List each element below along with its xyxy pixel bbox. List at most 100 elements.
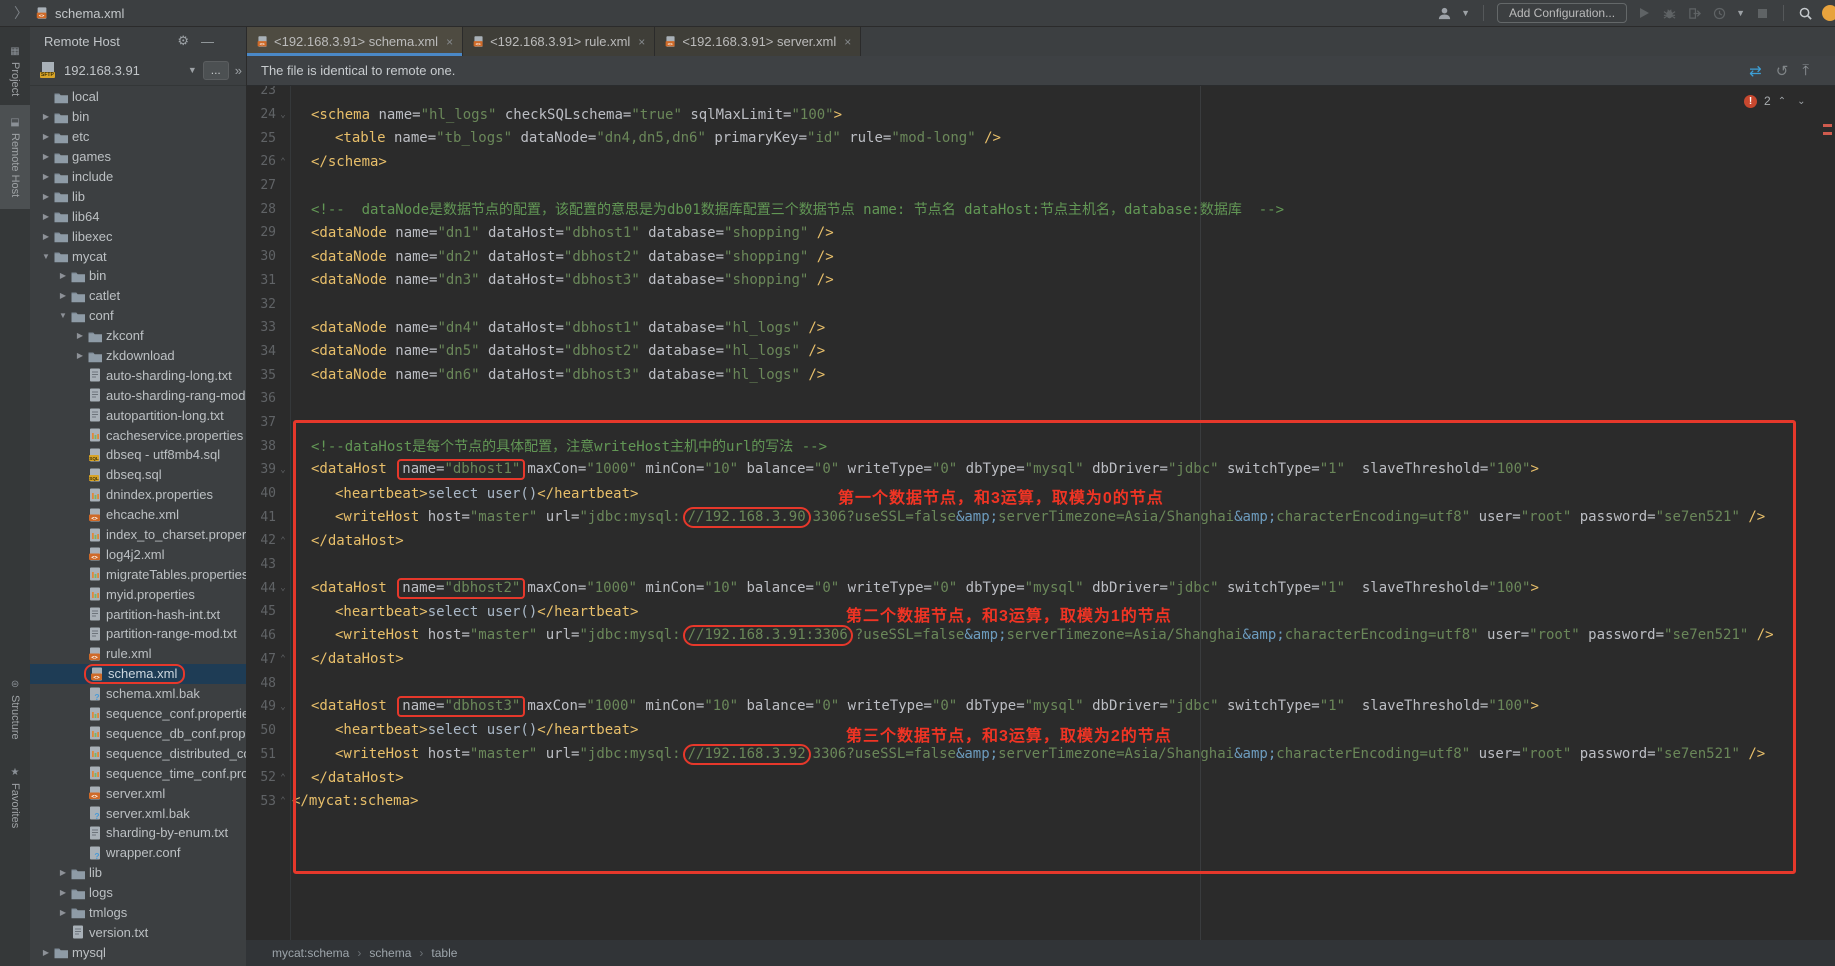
code-line-33[interactable]: 33<dataNode name="dn4" dataHost="dbhost1…: [246, 316, 1821, 340]
code-line-26[interactable]: 26⌃</schema>: [246, 150, 1821, 174]
upload-icon[interactable]: ⤒: [1802, 62, 1809, 79]
code-line-44[interactable]: 44⌄<dataHost name="dbhost2"maxCon="1000"…: [246, 576, 1821, 600]
tree-item-dbseq-sql[interactable]: SQLdbseq.sql: [30, 465, 246, 485]
stop-icon[interactable]: [1754, 5, 1770, 21]
tree-item-migratetables-properties[interactable]: migrateTables.properties: [30, 564, 246, 584]
code-line-48[interactable]: 48: [246, 671, 1821, 695]
code-line-39[interactable]: 39⌄<dataHost name="dbhost1"maxCon="1000"…: [246, 458, 1821, 482]
run-icon[interactable]: [1636, 5, 1652, 21]
tree-item-sequence-distributed-conf-properties[interactable]: sequence_distributed_conf.properties: [30, 743, 246, 763]
code-line-27[interactable]: 27: [246, 174, 1821, 198]
code-line-46[interactable]: 46<writeHost host="master" url="jdbc:mys…: [246, 624, 1821, 648]
tree-item-mysql[interactable]: ▶mysql: [30, 942, 246, 962]
expand-arrow-icon[interactable]: ▶: [40, 112, 52, 121]
tree-item-etc[interactable]: ▶etc: [30, 127, 246, 147]
tree-item-partition-hash-int-txt[interactable]: partition-hash-int.txt: [30, 604, 246, 624]
tree-item-conf[interactable]: ▼conf: [30, 306, 246, 326]
tree-item-zkdownload[interactable]: ▶zkdownload: [30, 346, 246, 366]
code-line-47[interactable]: 47⌃</dataHost>: [246, 648, 1821, 672]
tree-item-sequence-time-conf-properties[interactable]: sequence_time_conf.properties: [30, 763, 246, 783]
tree-item-mycat[interactable]: ▼mycat: [30, 246, 246, 266]
toolstrip-structure[interactable]: ⊜ Structure: [0, 667, 30, 751]
breadcrumb-mycat-schema[interactable]: mycat:schema: [272, 946, 349, 960]
expand-arrow-icon[interactable]: ▼: [57, 311, 69, 320]
tree-item-zkconf[interactable]: ▶zkconf: [30, 326, 246, 346]
notification-dot-icon[interactable]: [1822, 5, 1835, 21]
connection-dropdown-caret-icon[interactable]: ▼: [188, 65, 197, 75]
browse-button[interactable]: ...: [203, 61, 229, 80]
tree-item-rule-xml[interactable]: <>rule.xml: [30, 644, 246, 664]
file-tree[interactable]: local▶bin▶etc▶games▶include▶lib▶lib64▶li…: [30, 87, 246, 966]
expand-arrow-icon[interactable]: ▶: [40, 948, 52, 957]
fold-marker-icon[interactable]: ⌄: [276, 110, 290, 120]
hide-panel-icon[interactable]: —: [201, 34, 214, 49]
tree-item-sharding-by-enum-txt[interactable]: sharding-by-enum.txt: [30, 823, 246, 843]
code-line-31[interactable]: 31<dataNode name="dn3" dataHost="dbhost3…: [246, 269, 1821, 293]
run-options-caret-icon[interactable]: ▼: [1736, 8, 1745, 18]
tree-item-myid-properties[interactable]: myid.properties: [30, 584, 246, 604]
code-line-29[interactable]: 29<dataNode name="dn1" dataHost="dbhost1…: [246, 221, 1821, 245]
fold-marker-icon[interactable]: ⌃: [276, 536, 290, 546]
tab-2[interactable]: <><192.168.3.91> server.xml×: [655, 27, 861, 56]
chevrons-more-icon[interactable]: »: [235, 63, 242, 78]
breadcrumb-table[interactable]: table: [431, 946, 457, 960]
code-line-41[interactable]: 41<writeHost host="master" url="jdbc:mys…: [246, 505, 1821, 529]
tree-item-ehcache-xml[interactable]: <>ehcache.xml: [30, 505, 246, 525]
tree-item-partition-range-mod-txt[interactable]: partition-range-mod.txt: [30, 624, 246, 644]
fold-marker-icon[interactable]: ⌃: [276, 654, 290, 664]
close-tab-icon[interactable]: ×: [446, 35, 453, 49]
expand-arrow-icon[interactable]: ▶: [57, 271, 69, 280]
fold-marker-icon[interactable]: ⌃: [276, 796, 290, 806]
tree-item-schema-xml-bak[interactable]: ?schema.xml.bak: [30, 684, 246, 704]
tree-item-sequence-db-conf-properties[interactable]: sequence_db_conf.properties: [30, 724, 246, 744]
expand-arrow-icon[interactable]: ▶: [40, 212, 52, 221]
debug-icon[interactable]: [1661, 5, 1677, 21]
fold-marker-icon[interactable]: ⌃: [276, 157, 290, 167]
expand-arrow-icon[interactable]: ▶: [40, 172, 52, 181]
prev-error-icon[interactable]: ⌃: [1778, 96, 1786, 107]
fold-marker-icon[interactable]: ⌄: [276, 465, 290, 475]
expand-arrow-icon[interactable]: ▶: [57, 908, 69, 917]
tree-item-bin[interactable]: ▶bin: [30, 107, 246, 127]
tree-item-index-to-charset-properties[interactable]: index_to_charset.properties: [30, 525, 246, 545]
toolstrip-project[interactable]: ▦ Project: [0, 35, 30, 107]
code-line-38[interactable]: 38<!--dataHost是每个节点的具体配置，注意writeHost主机中的…: [246, 434, 1821, 458]
close-tab-icon[interactable]: ×: [638, 35, 645, 49]
tree-item-dbseq-utf8mb4-sql[interactable]: SQLdbseq - utf8mb4.sql: [30, 445, 246, 465]
code-line-23[interactable]: 23: [246, 86, 1821, 103]
expand-arrow-icon[interactable]: ▶: [57, 868, 69, 877]
code-line-25[interactable]: 25<table name="tb_logs" dataNode="dn4,dn…: [246, 126, 1821, 150]
code-line-34[interactable]: 34<dataNode name="dn5" dataHost="dbhost2…: [246, 340, 1821, 364]
expand-arrow-icon[interactable]: ▶: [40, 152, 52, 161]
tree-item-lib64[interactable]: ▶lib64: [30, 206, 246, 226]
tree-item-catlet[interactable]: ▶catlet: [30, 286, 246, 306]
tree-item-autopartition-long-txt[interactable]: autopartition-long.txt: [30, 405, 246, 425]
fold-marker-icon[interactable]: ⌄: [276, 583, 290, 593]
undo-icon[interactable]: ↺: [1776, 62, 1789, 80]
profiler-icon[interactable]: [1711, 5, 1727, 21]
next-error-icon[interactable]: ⌄: [1797, 96, 1805, 107]
expand-arrow-icon[interactable]: ▶: [57, 888, 69, 897]
error-stripe-mark[interactable]: [1823, 132, 1832, 135]
tree-item-log4j2-xml[interactable]: <>log4j2.xml: [30, 544, 246, 564]
code-line-52[interactable]: 52⌃</dataHost>: [246, 766, 1821, 790]
expand-arrow-icon[interactable]: ▶: [40, 232, 52, 241]
error-stripe-mark[interactable]: [1823, 124, 1832, 127]
tree-item-dnindex-properties[interactable]: dnindex.properties: [30, 485, 246, 505]
fold-marker-icon[interactable]: ⌃: [276, 773, 290, 783]
tree-item-version-txt[interactable]: version.txt: [30, 922, 246, 942]
code-line-32[interactable]: 32: [246, 292, 1821, 316]
code-editor[interactable]: 2324⌄<schema name="hl_logs" checkSQLsche…: [246, 86, 1835, 940]
code-line-24[interactable]: 24⌄<schema name="hl_logs" checkSQLschema…: [246, 103, 1821, 127]
tree-item-bin[interactable]: ▶bin: [30, 266, 246, 286]
toolstrip-remote-host[interactable]: ⬓ Remote Host: [0, 105, 30, 209]
user-icon[interactable]: [1436, 5, 1452, 21]
tree-item-games[interactable]: ▶games: [30, 147, 246, 167]
gear-icon[interactable]: ⚙: [177, 33, 189, 49]
connection-selector[interactable]: 192.168.3.91: [64, 63, 182, 78]
error-widget[interactable]: ! 2 ⌃ ⌄: [1744, 94, 1805, 108]
code-line-37[interactable]: 37: [246, 411, 1821, 435]
code-line-53[interactable]: 53⌃</mycat:schema>: [246, 790, 1821, 814]
code-line-43[interactable]: 43: [246, 553, 1821, 577]
tree-item-include[interactable]: ▶include: [30, 167, 246, 187]
